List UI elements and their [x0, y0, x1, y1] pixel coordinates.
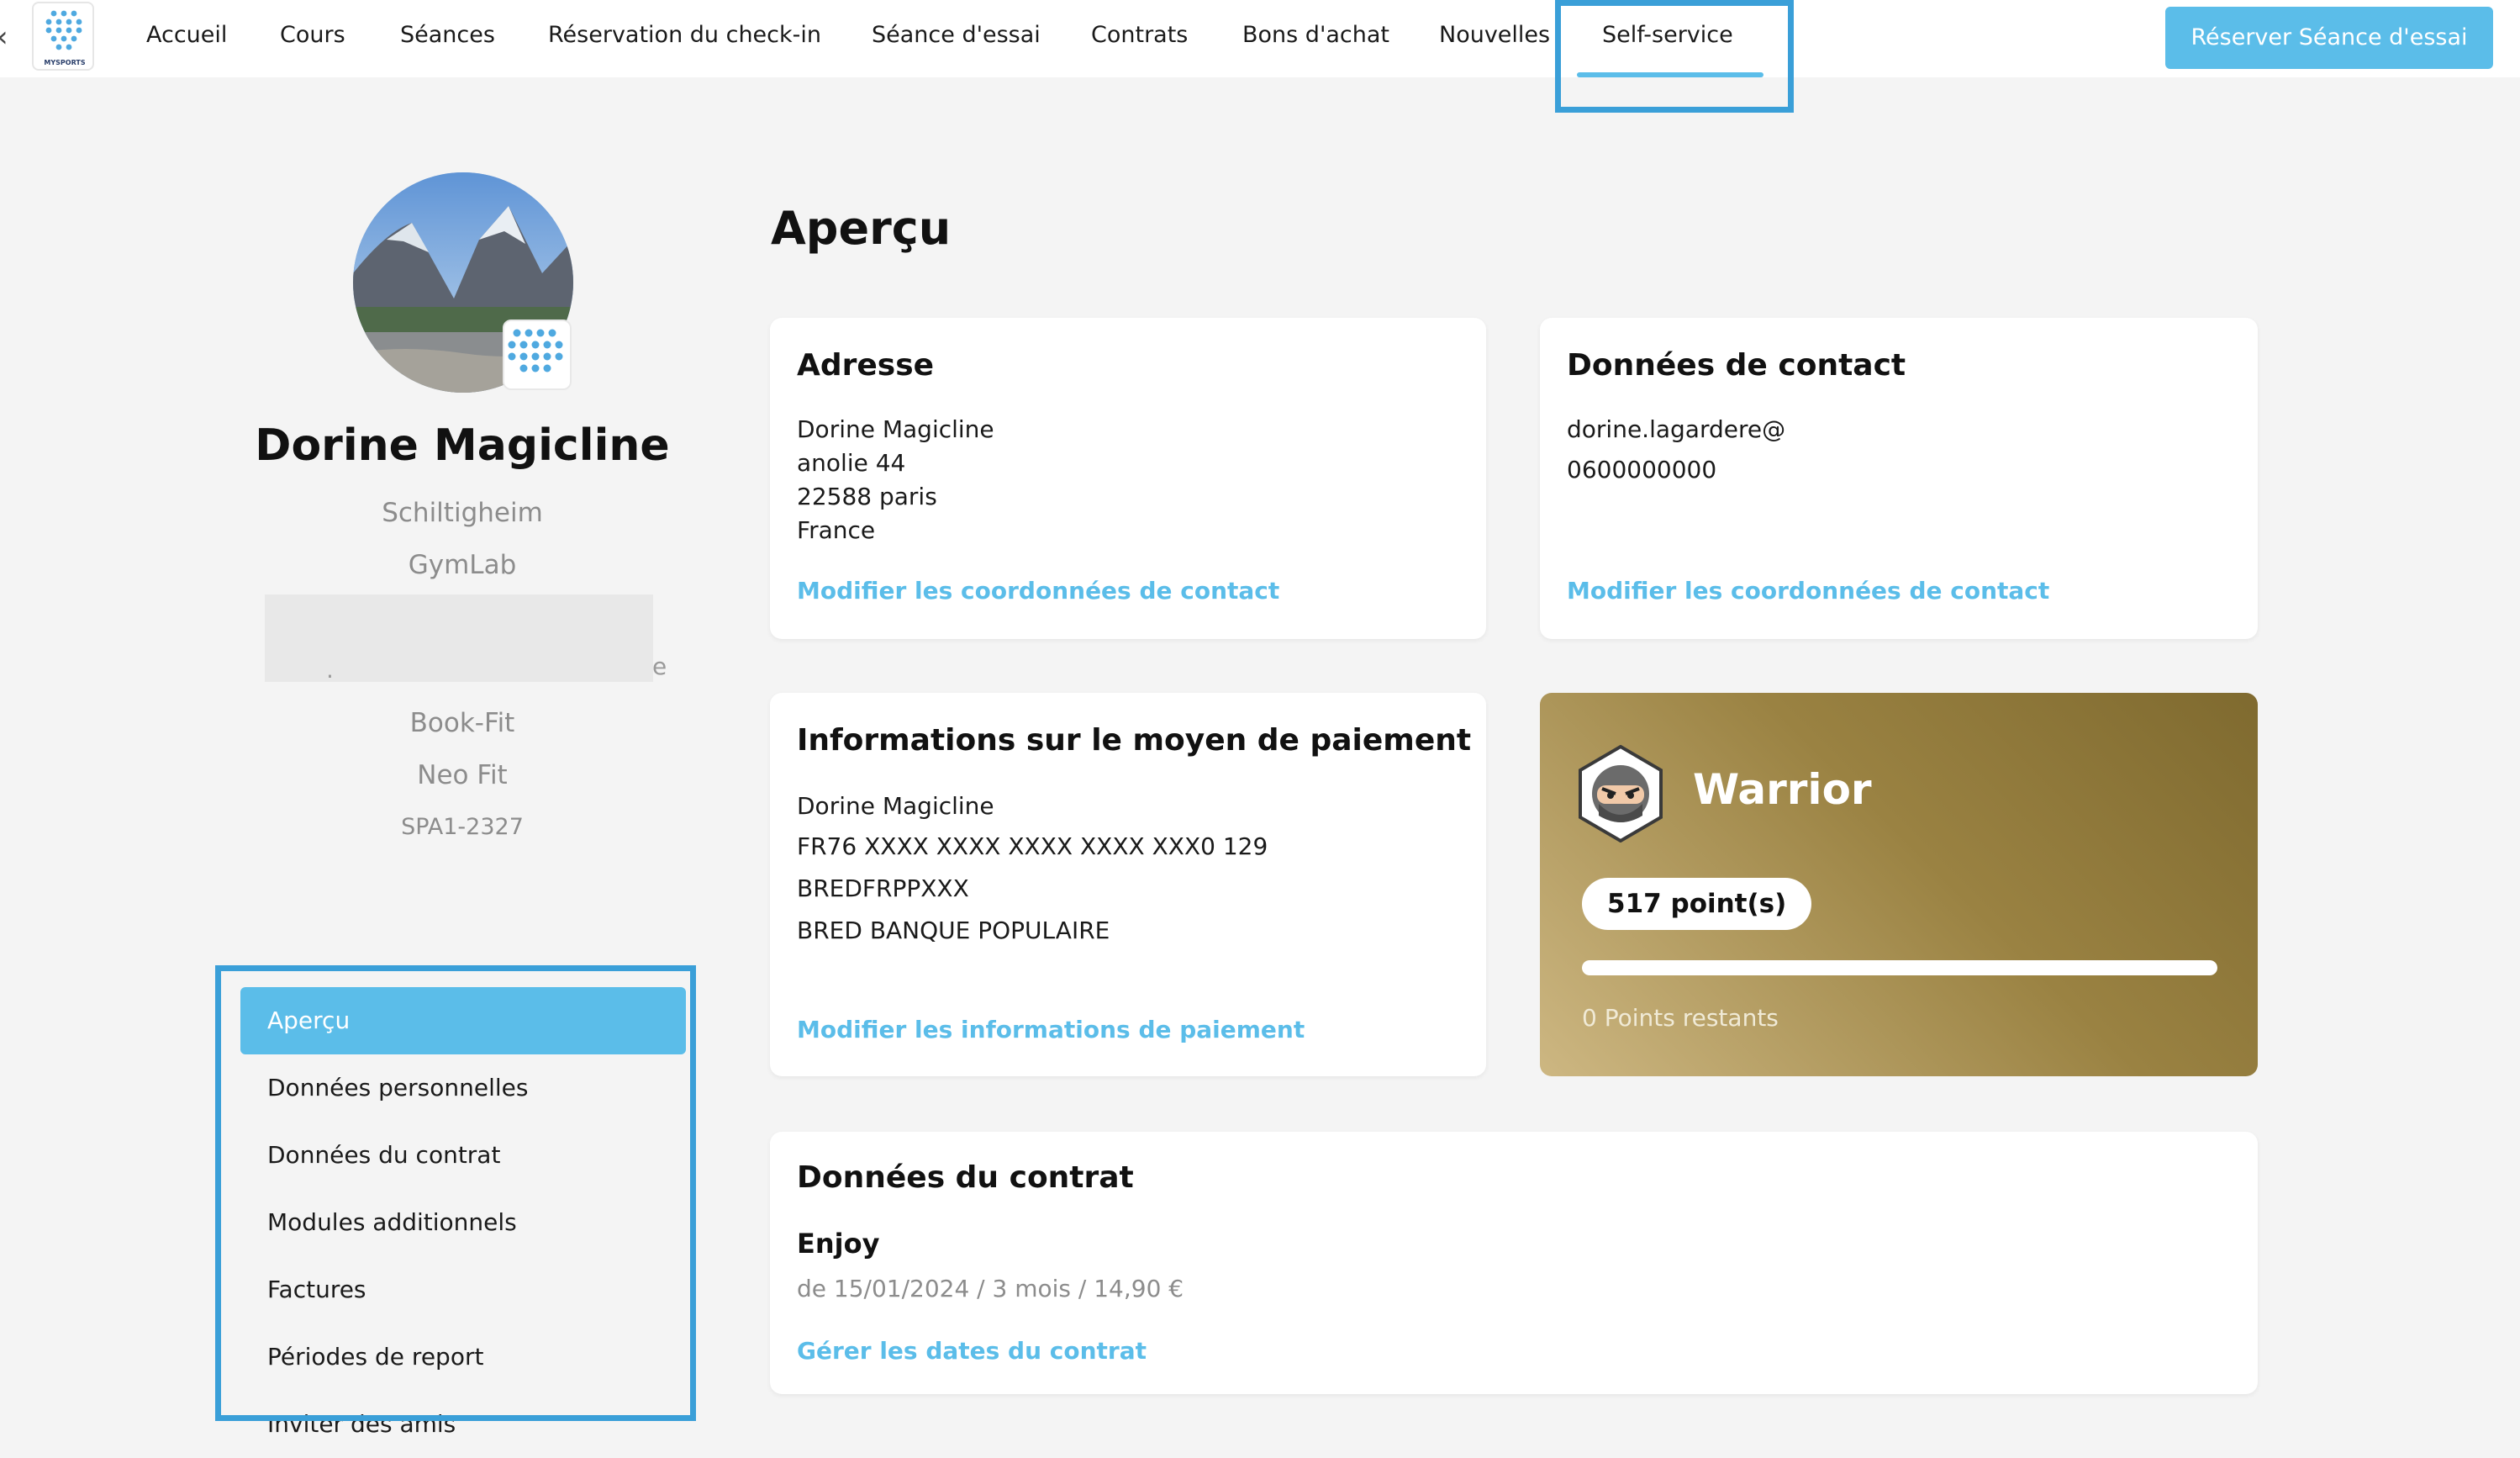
- active-tab-indicator: [1577, 72, 1763, 77]
- profile-studio-2: GymLab: [408, 550, 517, 580]
- profile-name: Dorine Magicline: [255, 420, 670, 471]
- nav-contrats[interactable]: Contrats: [1091, 18, 1188, 52]
- payment-line: BREDFRPPXXX: [797, 874, 969, 902]
- app-logo[interactable]: MYSPORTS: [32, 2, 94, 71]
- edit-address-link[interactable]: Modifier les coordonnées de contact: [797, 577, 1279, 605]
- address-line: France: [797, 516, 876, 544]
- logo-dots-icon: [45, 10, 82, 50]
- book-trial-button[interactable]: Réserver Séance d'essai: [2165, 7, 2493, 69]
- menu-item-donnees-contrat[interactable]: Données du contrat: [240, 1122, 686, 1189]
- nav-self-service[interactable]: Self-service: [1602, 18, 1733, 52]
- nav-accueil[interactable]: Accueil: [146, 18, 227, 52]
- profile-studio-4: Neo Fit: [417, 760, 508, 790]
- nav-bons-achat[interactable]: Bons d'achat: [1242, 18, 1389, 52]
- logo-text: MYSPORTS: [44, 59, 86, 66]
- payment-card: Informations sur le moyen de paiement Do…: [770, 693, 1486, 1076]
- profile-studio-1: Schiltigheim: [382, 498, 543, 528]
- profile-studio-3: Book-Fit: [409, 708, 515, 738]
- address-line: anolie 44: [797, 449, 906, 477]
- avatar-badge-icon: [503, 320, 572, 390]
- contact-email: dorine.lagardere@: [1567, 415, 1786, 443]
- points-badge: 517 point(s): [1582, 878, 1812, 930]
- address-line: 22588 paris: [797, 483, 937, 510]
- menu-item-inviter-amis[interactable]: Inviter des amis: [240, 1391, 686, 1458]
- menu-item-apercu[interactable]: Aperçu: [240, 987, 686, 1054]
- contact-card: Données de contact dorine.lagardere@ 060…: [1540, 318, 2258, 639]
- contract-card: Données du contrat Enjoy de 15/01/2024 /…: [770, 1132, 2258, 1394]
- top-navigation: ‹ MYSPORTS Accueil Cours Séances Réserva…: [0, 0, 2520, 77]
- redacted-text-fragment-right: e: [652, 652, 667, 680]
- payment-line: BRED BANQUE POPULAIRE: [797, 917, 1110, 944]
- page-title: Aperçu: [771, 202, 952, 255]
- payment-line: Dorine Magicline: [797, 792, 994, 820]
- nav-nouvelles[interactable]: Nouvelles: [1439, 18, 1550, 52]
- redacted-text-fragment-left: .: [326, 656, 334, 684]
- address-card: Adresse Dorine Magicline anolie 44 22588…: [770, 318, 1486, 639]
- loyalty-card: Warrior 517 point(s) 0 Points restants: [1540, 693, 2258, 1076]
- points-progress-fill: [1582, 960, 2217, 975]
- menu-item-factures[interactable]: Factures: [240, 1256, 686, 1323]
- contract-meta: de 15/01/2024 / 3 mois / 14,90 €: [797, 1275, 1184, 1302]
- manage-contract-dates-link[interactable]: Gérer les dates du contrat: [797, 1337, 1147, 1365]
- nav-reservation-checkin[interactable]: Réservation du check-in: [548, 18, 821, 52]
- nav-cours[interactable]: Cours: [280, 18, 345, 52]
- nav-seances[interactable]: Séances: [400, 18, 495, 52]
- points-progress-bar: [1582, 960, 2217, 975]
- contract-title: Données du contrat: [797, 1160, 1134, 1195]
- nav-seance-essai[interactable]: Séance d'essai: [872, 18, 1041, 52]
- customer-id: SPA1-2327: [401, 814, 524, 840]
- back-arrow-icon[interactable]: ‹: [0, 22, 15, 52]
- address-title: Adresse: [797, 348, 935, 383]
- contract-name: Enjoy: [797, 1228, 880, 1260]
- menu-item-periodes-report[interactable]: Périodes de report: [240, 1323, 686, 1391]
- edit-payment-link[interactable]: Modifier les informations de paiement: [797, 1016, 1305, 1043]
- redacted-area: [265, 594, 653, 682]
- points-remaining: 0 Points restants: [1582, 1004, 1779, 1032]
- address-line: Dorine Magicline: [797, 415, 994, 443]
- loyalty-level: Warrior: [1693, 765, 1872, 814]
- contact-phone: 0600000000: [1567, 456, 1717, 483]
- payment-title: Informations sur le moyen de paiement: [797, 723, 1472, 758]
- menu-item-modules-additionnels[interactable]: Modules additionnels: [240, 1189, 686, 1256]
- contact-title: Données de contact: [1567, 348, 1906, 383]
- payment-line: FR76 XXXX XXXX XXXX XXXX XXX0 129: [797, 832, 1268, 860]
- ninja-avatar-icon: [1579, 745, 1663, 843]
- menu-item-donnees-personnelles[interactable]: Données personnelles: [240, 1054, 686, 1122]
- edit-contact-link[interactable]: Modifier les coordonnées de contact: [1567, 577, 2049, 605]
